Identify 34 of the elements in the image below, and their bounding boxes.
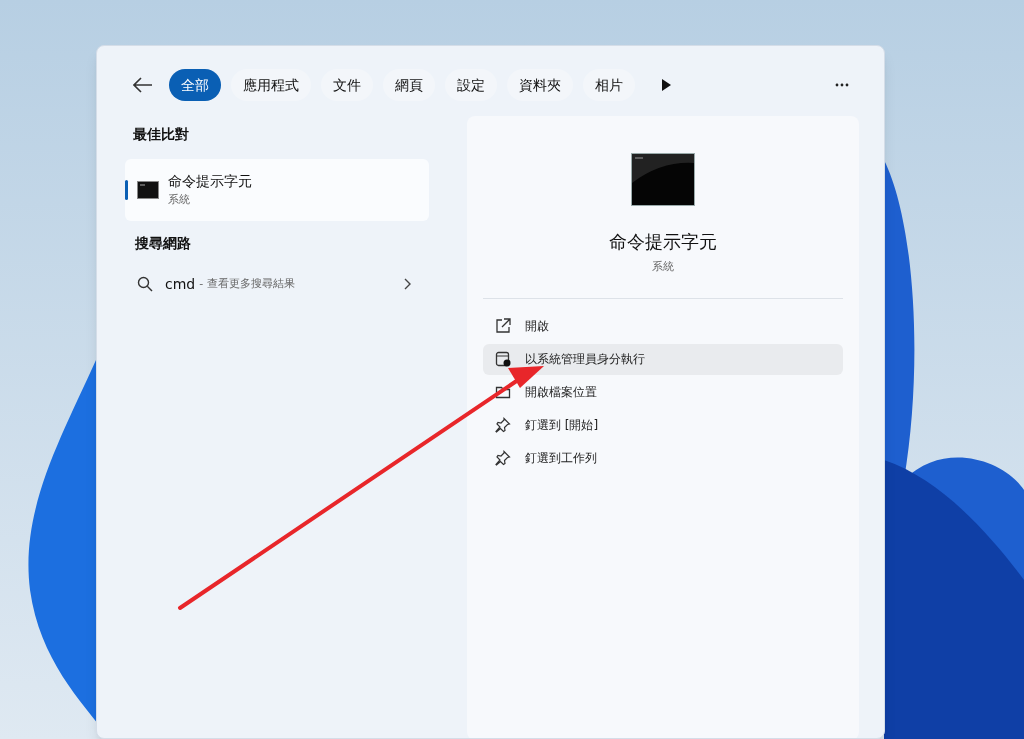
filter-tab[interactable]: 相片 — [583, 69, 635, 101]
best-match-item[interactable]: 命令提示字元 系統 — [125, 159, 429, 221]
filter-tab[interactable]: 網頁 — [383, 69, 435, 101]
section-heading: 搜尋網路 — [135, 234, 192, 253]
web-search-item[interactable]: cmd - 查看更多搜尋結果 — [125, 264, 429, 304]
play-icon[interactable] — [661, 79, 671, 91]
filter-tab[interactable]: 資料夾 — [507, 69, 573, 101]
pin-icon — [495, 450, 511, 466]
filter-tab[interactable]: 全部 — [169, 69, 221, 101]
section-heading: 最佳比對 — [133, 125, 190, 144]
search-icon — [137, 276, 153, 292]
filter-tab[interactable]: 應用程式 — [231, 69, 311, 101]
result-subtitle: 系統 — [168, 192, 191, 209]
more-icon — [835, 83, 849, 87]
folder-icon — [495, 384, 511, 400]
search-query: cmd — [165, 274, 196, 294]
pin-icon — [495, 417, 511, 433]
chevron-right-icon — [404, 278, 411, 290]
app-subtitle: 系統 — [652, 259, 674, 275]
context-action[interactable]: 釘選到 [開始] — [483, 409, 843, 441]
open-external-icon — [495, 318, 511, 334]
filter-tab[interactable]: 設定 — [445, 69, 497, 101]
back-arrow-icon[interactable] — [133, 77, 153, 93]
context-action[interactable]: 開啟 — [483, 310, 843, 342]
context-action[interactable]: 開啟檔案位置 — [483, 376, 843, 408]
filter-tab[interactable]: 文件 — [321, 69, 373, 101]
context-action[interactable]: 釘選到工作列 — [483, 442, 843, 474]
terminal-icon — [631, 153, 695, 206]
terminal-icon — [137, 181, 159, 199]
shield-window-icon — [495, 351, 511, 367]
result-title: 命令提示字元 — [168, 172, 252, 192]
context-action[interactable]: 以系統管理員身分執行 — [483, 343, 843, 375]
app-title: 命令提示字元 — [609, 230, 717, 254]
search-hint: - 查看更多搜尋結果 — [199, 275, 295, 292]
